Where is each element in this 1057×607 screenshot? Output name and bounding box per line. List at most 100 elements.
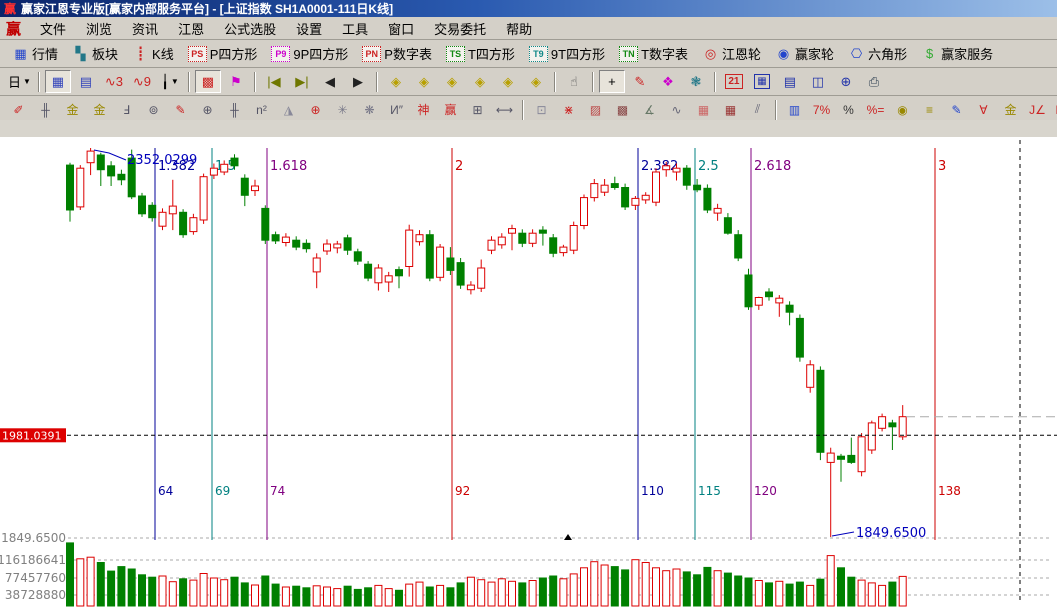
period-day-dropdown[interactable]: 日▼ bbox=[6, 70, 33, 93]
stats-bars-icon[interactable]: ▥ bbox=[782, 98, 807, 121]
pen-bars-icon[interactable]: ✎ bbox=[944, 98, 969, 121]
indicator-box-icon-glyph: ▩ bbox=[202, 74, 214, 90]
ruler-123-icon[interactable]: ⊞ bbox=[465, 98, 490, 121]
target-circle-icon[interactable]: ⊕ bbox=[303, 98, 328, 121]
grid-icon[interactable]: ▦ bbox=[691, 98, 716, 121]
grid-fan-icon[interactable]: ▨ bbox=[583, 98, 608, 121]
menu-item-3[interactable]: 江恩 bbox=[168, 17, 214, 40]
p9-square-button[interactable]: P99P四方形 bbox=[264, 44, 355, 63]
menu-item-8[interactable]: 交易委托 bbox=[424, 17, 496, 40]
hexagon-button[interactable]: ⎔六角形 bbox=[841, 44, 914, 63]
j-angle-icon[interactable]: J∠ bbox=[1025, 98, 1050, 121]
f-angle-icon[interactable]: F∠ bbox=[1052, 98, 1057, 121]
svg-text:74: 74 bbox=[270, 484, 285, 498]
gann-web-icon[interactable]: ✳ bbox=[330, 98, 355, 121]
first-bar-icon[interactable]: |◀ bbox=[261, 70, 287, 93]
matrix-icon[interactable]: ▦ bbox=[749, 70, 775, 93]
ruler-icon[interactable]: ╫ bbox=[33, 98, 58, 121]
sectors-button[interactable]: ▚板块 bbox=[65, 44, 125, 63]
chip-tool-icon[interactable]: ❖ bbox=[655, 70, 681, 93]
web-box-icon[interactable]: ❋ bbox=[357, 98, 382, 121]
print-icon[interactable]: ⎙ bbox=[861, 70, 887, 93]
win-ruler-icon[interactable]: 赢 bbox=[438, 98, 463, 121]
t9-square-button[interactable]: T99T四方形 bbox=[522, 44, 612, 63]
next-bar-icon[interactable]: ▶ bbox=[345, 70, 371, 93]
span-arrow-icon[interactable]: ⟷ bbox=[492, 98, 517, 121]
gold-circle-icon[interactable]: ◉ bbox=[890, 98, 915, 121]
zoom-in-icon[interactable]: ◈ bbox=[523, 70, 549, 93]
ray-fan-icon[interactable]: ⋇ bbox=[556, 98, 581, 121]
circle-3-icon[interactable]: ⊕ bbox=[195, 98, 220, 121]
shrink-x-icon[interactable]: ◈ bbox=[383, 70, 409, 93]
web-mail-icon[interactable]: ⊕ bbox=[833, 70, 859, 93]
gold-angle-icon[interactable]: 金 bbox=[998, 98, 1023, 121]
p-number-button[interactable]: PNP数字表 bbox=[355, 44, 439, 63]
indicator-box-icon[interactable]: ▩ bbox=[195, 70, 221, 93]
grid-red-icon[interactable]: ▦ bbox=[718, 98, 743, 121]
quotes-button[interactable]: ▦行情 bbox=[5, 44, 65, 63]
svg-text:1981.0391: 1981.0391 bbox=[2, 429, 62, 442]
calendar-21-icon[interactable]: 21 bbox=[721, 70, 747, 93]
expand-y-icon[interactable]: ◈ bbox=[467, 70, 493, 93]
wave-9-icon[interactable]: ∿9 bbox=[129, 70, 155, 93]
winner-service-button[interactable]: $赢家服务 bbox=[914, 44, 1000, 63]
f-ruler-icon[interactable]: Ⅎ bbox=[114, 98, 139, 121]
marker-pen-icon[interactable]: ✎ bbox=[168, 98, 193, 121]
wave-3-icon[interactable]: ∿3 bbox=[101, 70, 127, 93]
ruler-123-icon-glyph: ⊞ bbox=[472, 103, 482, 117]
overlay-chart-icon[interactable]: ▦ bbox=[45, 70, 71, 93]
crosshair-icon[interactable]: + bbox=[599, 70, 625, 93]
spiral-icon[interactable]: ⊚ bbox=[141, 98, 166, 121]
n2-icon[interactable]: n² bbox=[249, 98, 274, 121]
percent-lines-icon[interactable]: %= bbox=[863, 98, 888, 121]
kline-chart-canvas[interactable]: 1849.650011618664177457760387288801.3826… bbox=[0, 120, 1057, 607]
percent7-icon[interactable]: 7% bbox=[809, 98, 834, 121]
hand-icon[interactable]: ☝ bbox=[561, 70, 587, 93]
gann-brain-icon[interactable]: ❃ bbox=[683, 70, 709, 93]
info-panel-icon[interactable]: ▤ bbox=[73, 70, 99, 93]
menu-item-0[interactable]: 文件 bbox=[30, 17, 76, 40]
shen-ruler-icon[interactable]: 神 bbox=[411, 98, 436, 121]
svg-text:115: 115 bbox=[698, 484, 721, 498]
menu-item-5[interactable]: 设置 bbox=[286, 17, 332, 40]
gann-wheel-button[interactable]: ◎江恩轮 bbox=[695, 44, 768, 63]
ab-lines-icon[interactable]: ∀ bbox=[971, 98, 996, 121]
prev-bar-icon[interactable]: ◀ bbox=[317, 70, 343, 93]
shrink-y-icon[interactable]: ◈ bbox=[439, 70, 465, 93]
zoom-out-icon[interactable]: ◈ bbox=[495, 70, 521, 93]
menu-item-7[interactable]: 窗口 bbox=[378, 17, 424, 40]
angle-lines-icon[interactable]: ∡ bbox=[637, 98, 662, 121]
menu-item-2[interactable]: 资讯 bbox=[122, 17, 168, 40]
percent-icon[interactable]: % bbox=[836, 98, 861, 121]
gold-lines-icon[interactable]: ≡ bbox=[917, 98, 942, 121]
label-pen-icon[interactable]: ✎ bbox=[627, 70, 653, 93]
expand-x-icon[interactable]: ◈ bbox=[411, 70, 437, 93]
box-tool-icon[interactable]: ⊡ bbox=[529, 98, 554, 121]
angle-lines-icon-glyph: ∡ bbox=[644, 103, 655, 117]
dark-grid-icon[interactable]: ▩ bbox=[610, 98, 635, 121]
parallel-lines-icon[interactable]: ⫽ bbox=[745, 98, 770, 121]
zigzag-icon[interactable]: ∿ bbox=[664, 98, 689, 121]
last-bar-icon[interactable]: ▶| bbox=[289, 70, 315, 93]
menu-item-1[interactable]: 浏览 bbox=[76, 17, 122, 40]
quotes-button-label: 行情 bbox=[32, 44, 58, 63]
candle-style-dropdown[interactable]: ╽▼ bbox=[157, 70, 183, 93]
t-square-button[interactable]: TST四方形 bbox=[439, 44, 522, 63]
brush-icon[interactable]: ✐ bbox=[6, 98, 31, 121]
wave-mark-icon[interactable]: И″ bbox=[384, 98, 409, 121]
gold-ruler2-icon[interactable]: 金 bbox=[87, 98, 112, 121]
menu-item-9[interactable]: 帮助 bbox=[496, 17, 542, 40]
save-icon[interactable]: ◫ bbox=[805, 70, 831, 93]
winner-wheel-button[interactable]: ◉赢家轮 bbox=[768, 44, 841, 63]
menu-item-6[interactable]: 工具 bbox=[332, 17, 378, 40]
flag-icon[interactable]: ⚑ bbox=[223, 70, 249, 93]
t-number-button[interactable]: TNT数字表 bbox=[612, 44, 695, 63]
p-square-button[interactable]: PSP四方形 bbox=[181, 44, 265, 63]
kline-button[interactable]: ┋K线 bbox=[125, 44, 181, 63]
report-icon[interactable]: ▤ bbox=[777, 70, 803, 93]
menu-item-4[interactable]: 公式选股 bbox=[214, 17, 286, 40]
compass-icon[interactable]: ◮ bbox=[276, 98, 301, 121]
kline-chart-area[interactable]: 1849.650011618664177457760387288801.3826… bbox=[0, 120, 1057, 607]
ruler2-icon[interactable]: ╫ bbox=[222, 98, 247, 121]
gold-ruler-icon[interactable]: 金 bbox=[60, 98, 85, 121]
